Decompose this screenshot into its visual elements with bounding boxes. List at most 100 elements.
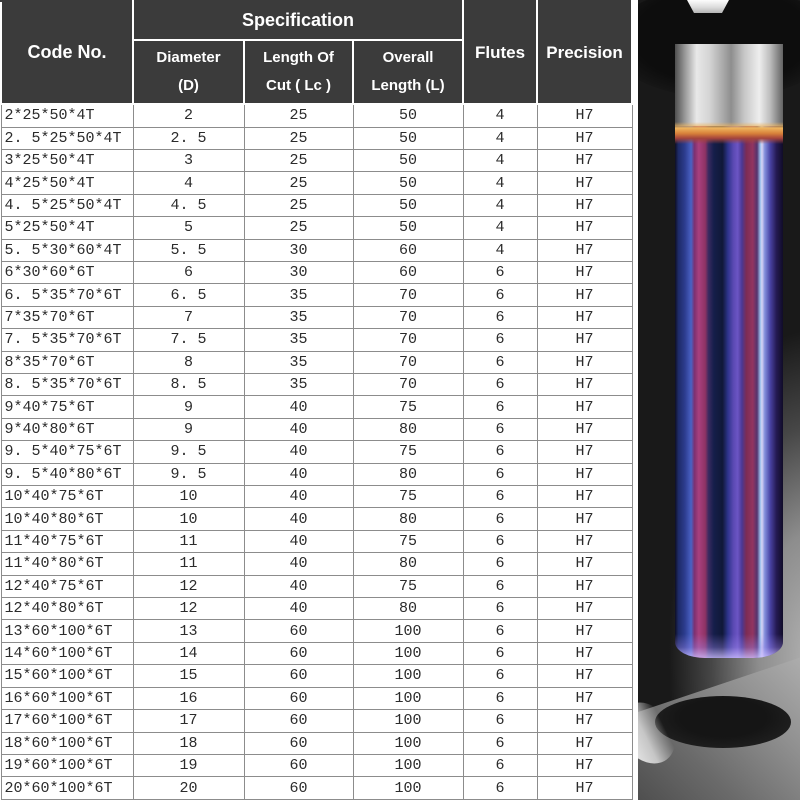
cell-flutes: 6 bbox=[462, 776, 538, 800]
spec-table-container: Code No. Specification Flutes Precision … bbox=[0, 0, 634, 800]
table-row: 9. 5*40*75*6T 9. 5 40 75 6 H7 bbox=[0, 440, 633, 464]
cell-diameter: 14 bbox=[132, 641, 245, 666]
cell-overall-length: 70 bbox=[352, 283, 464, 307]
cell-length-of-cut: 25 bbox=[243, 216, 354, 240]
cell-flutes: 4 bbox=[462, 216, 538, 240]
cell-flutes: 6 bbox=[462, 440, 538, 464]
cell-code: 16*60*100*6T bbox=[0, 686, 134, 711]
cell-code: 5. 5*30*60*4T bbox=[0, 238, 134, 262]
cell-flutes: 4 bbox=[462, 103, 538, 128]
cell-flutes: 6 bbox=[462, 485, 538, 509]
cell-length-of-cut: 30 bbox=[243, 238, 354, 262]
cell-length-of-cut: 60 bbox=[243, 686, 354, 711]
table-row: 14*60*100*6T 14 60 100 6 H7 bbox=[0, 641, 633, 666]
cell-length-of-cut: 60 bbox=[243, 776, 354, 800]
cell-diameter: 10 bbox=[132, 485, 245, 509]
cell-flutes: 6 bbox=[462, 574, 538, 599]
cell-overall-length: 60 bbox=[352, 260, 464, 285]
header-diameter-line2: (D) bbox=[178, 77, 199, 94]
cell-diameter: 10 bbox=[132, 507, 245, 531]
cell-length-of-cut: 60 bbox=[243, 753, 354, 778]
table-row: 5. 5*30*60*4T 5. 5 30 60 4 H7 bbox=[0, 238, 633, 262]
cell-overall-length: 75 bbox=[352, 440, 464, 464]
cell-length-of-cut: 25 bbox=[243, 103, 354, 128]
cell-diameter: 8 bbox=[132, 350, 245, 375]
table-row: 7*35*70*6T 7 35 70 6 H7 bbox=[0, 305, 633, 330]
cell-flutes: 6 bbox=[462, 507, 538, 531]
cell-overall-length: 75 bbox=[352, 485, 464, 509]
cell-diameter: 2 bbox=[132, 103, 245, 128]
cell-overall-length: 80 bbox=[352, 507, 464, 531]
cell-precision: H7 bbox=[536, 283, 633, 307]
cell-diameter: 3 bbox=[132, 148, 245, 173]
cell-flutes: 6 bbox=[462, 260, 538, 285]
cell-overall-length: 70 bbox=[352, 305, 464, 330]
header-diameter-line1: Diameter bbox=[156, 48, 221, 66]
cell-diameter: 19 bbox=[132, 753, 245, 778]
cell-precision: H7 bbox=[536, 417, 633, 442]
cell-overall-length: 80 bbox=[352, 552, 464, 576]
cell-diameter: 11 bbox=[132, 529, 245, 554]
cell-code: 6*30*60*6T bbox=[0, 260, 134, 285]
cell-flutes: 6 bbox=[462, 619, 538, 643]
cell-diameter: 13 bbox=[132, 619, 245, 643]
cell-diameter: 9 bbox=[132, 417, 245, 442]
cell-length-of-cut: 40 bbox=[243, 552, 354, 576]
cell-overall-length: 75 bbox=[352, 395, 464, 419]
cell-code: 15*60*100*6T bbox=[0, 664, 134, 688]
cell-code: 17*60*100*6T bbox=[0, 709, 134, 733]
cell-flutes: 6 bbox=[462, 372, 538, 397]
cell-code: 8. 5*35*70*6T bbox=[0, 372, 134, 397]
cell-precision: H7 bbox=[536, 574, 633, 599]
cell-overall-length: 100 bbox=[352, 776, 464, 800]
cell-overall-length: 60 bbox=[352, 238, 464, 262]
header-cut-line2: Cut ( Lc ) bbox=[266, 77, 331, 94]
cell-flutes: 6 bbox=[462, 462, 538, 487]
cell-precision: H7 bbox=[536, 103, 633, 128]
cell-code: 6. 5*35*70*6T bbox=[0, 283, 134, 307]
table-row: 3*25*50*4T 3 25 50 4 H7 bbox=[0, 148, 633, 173]
cell-precision: H7 bbox=[536, 171, 633, 195]
cell-precision: H7 bbox=[536, 552, 633, 576]
cell-flutes: 6 bbox=[462, 552, 538, 576]
cell-precision: H7 bbox=[536, 641, 633, 666]
cell-overall-length: 100 bbox=[352, 619, 464, 643]
cell-diameter: 8. 5 bbox=[132, 372, 245, 397]
cell-length-of-cut: 25 bbox=[243, 126, 354, 150]
cell-flutes: 4 bbox=[462, 238, 538, 262]
cell-length-of-cut: 60 bbox=[243, 731, 354, 755]
cell-code: 9. 5*40*80*6T bbox=[0, 462, 134, 487]
cell-overall-length: 80 bbox=[352, 417, 464, 442]
cell-diameter: 18 bbox=[132, 731, 245, 755]
cell-precision: H7 bbox=[536, 216, 633, 240]
cell-code: 10*40*80*6T bbox=[0, 507, 134, 531]
cell-code: 9*40*80*6T bbox=[0, 417, 134, 442]
table-row: 9*40*80*6T 9 40 80 6 H7 bbox=[0, 417, 633, 442]
cell-flutes: 6 bbox=[462, 731, 538, 755]
table-row: 11*40*75*6T 11 40 75 6 H7 bbox=[0, 529, 633, 554]
table-row: 2. 5*25*50*4T 2. 5 25 50 4 H7 bbox=[0, 126, 633, 150]
cell-overall-length: 50 bbox=[352, 103, 464, 128]
cell-precision: H7 bbox=[536, 305, 633, 330]
table-row: 18*60*100*6T 18 60 100 6 H7 bbox=[0, 731, 633, 755]
cell-length-of-cut: 35 bbox=[243, 283, 354, 307]
cell-length-of-cut: 40 bbox=[243, 462, 354, 487]
cell-length-of-cut: 40 bbox=[243, 529, 354, 554]
cell-overall-length: 70 bbox=[352, 372, 464, 397]
cell-diameter: 7 bbox=[132, 305, 245, 330]
cell-flutes: 6 bbox=[462, 395, 538, 419]
cell-diameter: 2. 5 bbox=[132, 126, 245, 150]
header-precision: Precision bbox=[536, 0, 634, 105]
cell-overall-length: 100 bbox=[352, 664, 464, 688]
cell-precision: H7 bbox=[536, 328, 633, 352]
cell-length-of-cut: 40 bbox=[243, 395, 354, 419]
cell-flutes: 6 bbox=[462, 641, 538, 666]
cell-code: 2. 5*25*50*4T bbox=[0, 126, 134, 150]
header-length-of-cut: Length Of Cut ( Lc ) bbox=[243, 39, 354, 105]
cell-flutes: 6 bbox=[462, 417, 538, 442]
cell-diameter: 16 bbox=[132, 686, 245, 711]
cell-code: 10*40*75*6T bbox=[0, 485, 134, 509]
cell-flutes: 6 bbox=[462, 328, 538, 352]
table-row: 17*60*100*6T 17 60 100 6 H7 bbox=[0, 709, 633, 733]
header-cut-line1: Length Of bbox=[263, 48, 334, 66]
